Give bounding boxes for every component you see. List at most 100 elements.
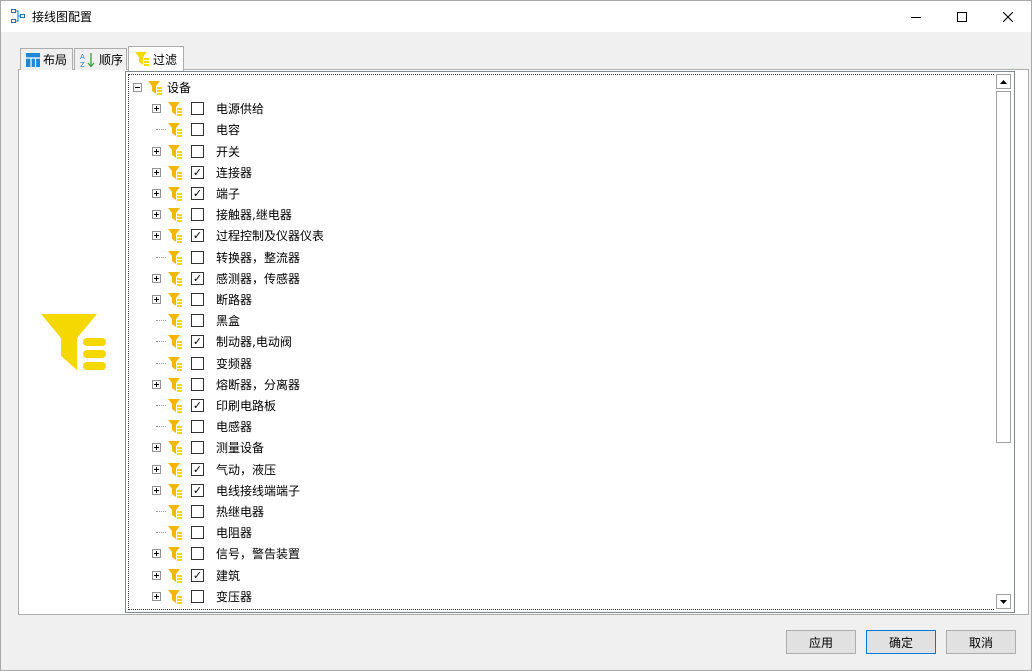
expand-toggle[interactable] <box>152 295 161 304</box>
item-checkbox[interactable] <box>191 505 204 518</box>
item-checkbox[interactable] <box>191 314 204 328</box>
layout-grid-icon <box>26 52 40 67</box>
expand-toggle[interactable] <box>152 485 161 495</box>
tree-item-row[interactable]: 变压器 <box>129 586 995 607</box>
scroll-down-button[interactable] <box>996 594 1011 609</box>
item-checkbox[interactable]: ✓ <box>191 229 204 243</box>
tree-item-row[interactable]: 转换器，整流器 <box>129 247 995 268</box>
tree-item-row[interactable]: ✓ 连接器 <box>129 162 995 183</box>
tree-connector <box>156 341 166 343</box>
tree-item-row[interactable]: 变频器 <box>129 353 995 374</box>
tree-connector <box>156 320 166 322</box>
svg-text:A: A <box>80 53 85 61</box>
expand-toggle[interactable] <box>152 273 161 283</box>
tab-layout-label: 布局 <box>43 53 68 67</box>
expand-toggle[interactable] <box>152 570 161 580</box>
tree-item-row[interactable]: 电阻器 <box>129 522 995 543</box>
apply-button[interactable]: 应用 <box>786 630 856 654</box>
item-checkbox[interactable] <box>191 589 204 603</box>
expand-toggle[interactable] <box>152 167 161 177</box>
expand-toggle[interactable] <box>152 549 161 559</box>
cancel-button[interactable]: 取消 <box>946 630 1016 654</box>
tree-item-row[interactable]: 断路器 <box>129 289 995 310</box>
item-checkbox[interactable] <box>191 441 204 455</box>
window-title: 接线图配置 <box>32 10 93 24</box>
expand-toggle[interactable] <box>152 379 161 389</box>
item-checkbox[interactable]: ✓ <box>191 165 204 179</box>
tree-item-label: 印刷电路板 <box>216 399 277 413</box>
expand-toggle[interactable] <box>152 210 161 220</box>
item-checkbox[interactable] <box>191 250 204 264</box>
minimize-button[interactable] <box>893 1 939 32</box>
close-button[interactable] <box>985 1 1031 32</box>
filter-icon <box>167 483 183 499</box>
device-filter-tree[interactable]: 设备 电源供给电容开关 ✓ 连接器 ✓ 端子 接触器,继电器 ✓ 过程控制及仪器仪表 转换器，整流… <box>125 71 1015 613</box>
expand-toggle[interactable] <box>152 104 161 114</box>
filter-icon <box>167 546 183 562</box>
tree-item-label: 连接器 <box>216 165 253 180</box>
maximize-button[interactable] <box>939 1 985 32</box>
item-checkbox[interactable]: ✓ <box>191 271 204 285</box>
expand-toggle[interactable] <box>152 231 161 241</box>
item-checkbox[interactable] <box>191 377 204 391</box>
item-checkbox[interactable] <box>191 123 204 137</box>
tree-item-row[interactable]: ✓ 气动，液压 <box>129 459 995 480</box>
expand-toggle[interactable] <box>152 464 161 474</box>
item-checkbox[interactable]: ✓ <box>191 483 204 497</box>
tree-item-row[interactable]: 测量设备 <box>129 437 995 458</box>
tree-item-row[interactable]: ✓ 建筑 <box>129 565 995 586</box>
item-checkbox[interactable] <box>191 293 204 306</box>
close-icon <box>1003 11 1013 22</box>
expand-toggle[interactable] <box>152 591 161 601</box>
tree-item-row[interactable]: 熔断器，分离器 <box>129 374 995 395</box>
tree-item-row[interactable]: ✓ 制动器,电动阀 <box>129 331 995 352</box>
tree-item-row[interactable]: 信号，警告装置 <box>129 543 995 564</box>
ok-button[interactable]: 确定 <box>866 630 936 654</box>
tree-item-label: 断路器 <box>216 293 253 307</box>
filter-icon <box>167 398 183 414</box>
item-checkbox[interactable] <box>191 547 204 561</box>
expand-toggle[interactable] <box>152 189 161 198</box>
tree-item-row[interactable]: 电源供给 <box>129 98 995 119</box>
tree-item-label: 感测器，传感器 <box>216 271 301 286</box>
tree-item-label: 电容 <box>216 123 241 138</box>
tree-vertical-scrollbar[interactable] <box>995 73 1012 611</box>
filter-large-icon <box>41 314 106 370</box>
item-checkbox[interactable]: ✓ <box>191 568 204 582</box>
filter-icon <box>167 313 183 329</box>
item-checkbox[interactable] <box>191 144 204 158</box>
tree-root-row[interactable]: 设备 <box>129 77 995 98</box>
item-checkbox[interactable] <box>191 356 204 370</box>
item-checkbox[interactable] <box>191 526 204 540</box>
tab-layout[interactable]: 布局 <box>20 48 73 70</box>
tree-item-row[interactable]: ✓ 电线接线端端子 <box>129 480 995 501</box>
tree-item-row[interactable]: ✓ 端子 <box>129 183 995 204</box>
tab-filter[interactable]: 过滤 <box>128 46 184 71</box>
tree-item-row[interactable]: ✓ 印刷电路板 <box>129 395 995 416</box>
tree-item-row[interactable]: ✓ 感测器，传感器 <box>129 268 995 289</box>
item-checkbox[interactable]: ✓ <box>191 187 204 200</box>
filter-icon <box>167 440 183 456</box>
tree-item-row[interactable]: 热继电器 <box>129 501 995 522</box>
tree-item-row[interactable]: 电感器 <box>129 416 995 437</box>
tree-item-row[interactable]: ✓ 过程控制及仪器仪表 <box>129 225 995 246</box>
tree-item-row[interactable]: 接触器,继电器 <box>129 204 995 225</box>
item-checkbox[interactable] <box>191 208 204 222</box>
tree-item-row[interactable]: 电容 <box>129 119 995 140</box>
tree-item-row[interactable]: 黑盒 <box>129 310 995 331</box>
dialog-window: 接线图配置 布局 A Z 顺序 过滤 设备 电源供给 电容 开关 ✓ 连接器 ✓… <box>0 0 1032 671</box>
collapse-toggle[interactable] <box>133 83 142 92</box>
tab-order[interactable]: A Z 顺序 <box>74 48 127 70</box>
wiring-diagram-icon <box>11 9 25 23</box>
item-checkbox[interactable] <box>191 420 204 434</box>
item-checkbox[interactable]: ✓ <box>191 399 204 412</box>
expand-toggle[interactable] <box>152 146 161 156</box>
expand-toggle[interactable] <box>152 443 161 453</box>
scroll-thumb[interactable] <box>996 91 1011 443</box>
tree-item-row[interactable]: 开关 <box>129 141 995 162</box>
scroll-up-button[interactable] <box>996 74 1011 89</box>
filter-icon <box>167 271 183 287</box>
item-checkbox[interactable] <box>191 102 204 116</box>
item-checkbox[interactable]: ✓ <box>191 335 204 349</box>
item-checkbox[interactable]: ✓ <box>191 462 204 476</box>
